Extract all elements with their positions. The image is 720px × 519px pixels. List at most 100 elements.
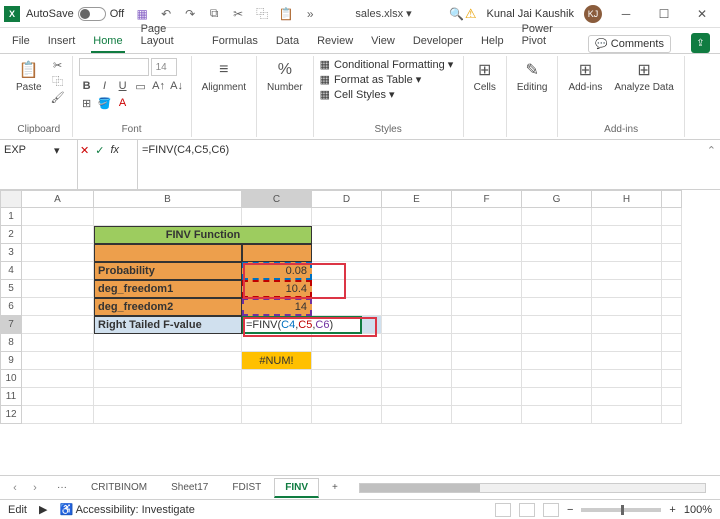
- autosave-toggle[interactable]: AutoSave Off: [26, 7, 124, 21]
- file-name[interactable]: sales.xlsx ▾: [318, 7, 449, 20]
- cell-g8[interactable]: [522, 334, 592, 352]
- cell-e9[interactable]: [382, 352, 452, 370]
- row-header-10[interactable]: 10: [0, 370, 22, 388]
- cell-d2[interactable]: [312, 226, 382, 244]
- cell-styles-button[interactable]: ▦ Cell Styles ▾: [320, 88, 454, 101]
- cells-button[interactable]: ⊞Cells: [470, 58, 500, 95]
- menu-home[interactable]: Home: [91, 31, 124, 53]
- name-box-input[interactable]: [4, 144, 54, 156]
- cell-d3[interactable]: [312, 244, 382, 262]
- cell-a5[interactable]: [22, 280, 94, 298]
- cell-d1[interactable]: [312, 208, 382, 226]
- format-painter-button[interactable]: 🖌: [50, 90, 66, 104]
- cell-i10[interactable]: [662, 370, 682, 388]
- col-header-h[interactable]: H: [592, 190, 662, 208]
- cell-a3[interactable]: [22, 244, 94, 262]
- toggle-icon[interactable]: [78, 7, 106, 21]
- row-header-1[interactable]: 1: [0, 208, 22, 226]
- row-header-7[interactable]: 7: [0, 316, 22, 334]
- cell-h4[interactable]: [592, 262, 662, 280]
- row-header-5[interactable]: 5: [0, 280, 22, 298]
- conditional-formatting-button[interactable]: ▦ Conditional Formatting ▾: [320, 58, 454, 71]
- cell-d7[interactable]: [362, 316, 382, 334]
- cell-i8[interactable]: [662, 334, 682, 352]
- menu-developer[interactable]: Developer: [411, 31, 465, 53]
- cell-i4[interactable]: [662, 262, 682, 280]
- cell-b3[interactable]: [94, 244, 242, 262]
- cell-c6[interactable]: 14: [242, 298, 312, 316]
- cell-b5[interactable]: deg_freedom1: [94, 280, 242, 298]
- cell-b12[interactable]: [94, 406, 242, 424]
- cell-f11[interactable]: [452, 388, 522, 406]
- cell-i11[interactable]: [662, 388, 682, 406]
- zoom-level[interactable]: 100%: [684, 504, 712, 516]
- border-button[interactable]: ▭: [133, 79, 149, 93]
- row-header-6[interactable]: 6: [0, 298, 22, 316]
- warning-icon[interactable]: ⚠: [465, 6, 477, 22]
- cell-d5[interactable]: [312, 280, 382, 298]
- cell-f5[interactable]: [452, 280, 522, 298]
- cell-c1[interactable]: [242, 208, 312, 226]
- cell-g6[interactable]: [522, 298, 592, 316]
- cell-h10[interactable]: [592, 370, 662, 388]
- cell-g3[interactable]: [522, 244, 592, 262]
- cell-a4[interactable]: [22, 262, 94, 280]
- cell-f3[interactable]: [452, 244, 522, 262]
- menu-insert[interactable]: Insert: [46, 31, 78, 53]
- cell-e12[interactable]: [382, 406, 452, 424]
- cell-c12[interactable]: [242, 406, 312, 424]
- cell-c8[interactable]: [242, 334, 312, 352]
- search-icon[interactable]: 🔍: [449, 6, 465, 22]
- view-page-layout-button[interactable]: [519, 503, 535, 517]
- cell-g7[interactable]: [522, 316, 592, 334]
- view-page-break-button[interactable]: [543, 503, 559, 517]
- cell-a11[interactable]: [22, 388, 94, 406]
- cell-g1[interactable]: [522, 208, 592, 226]
- menu-data[interactable]: Data: [274, 31, 301, 53]
- menu-power-pivot[interactable]: Power Pivot: [520, 19, 575, 53]
- cell-c7[interactable]: =FINV(C4,C5,C6): [242, 316, 362, 334]
- cell-i9[interactable]: [662, 352, 682, 370]
- more-icon[interactable]: »: [302, 6, 318, 22]
- tab-finv[interactable]: FINV: [274, 478, 319, 498]
- cell-g12[interactable]: [522, 406, 592, 424]
- fill-color-button[interactable]: 🪣: [97, 96, 113, 110]
- cell-e7[interactable]: [382, 316, 452, 334]
- cancel-formula-icon[interactable]: ✕: [80, 144, 89, 157]
- name-box[interactable]: ▾: [0, 140, 78, 189]
- comments-button[interactable]: 💬 Comments: [588, 35, 671, 53]
- cell-f4[interactable]: [452, 262, 522, 280]
- col-header-e[interactable]: E: [382, 190, 452, 208]
- row-header-3[interactable]: 3: [0, 244, 22, 262]
- cell-c5[interactable]: 10.4: [242, 280, 312, 298]
- font-name-box[interactable]: [79, 58, 149, 76]
- editing-button[interactable]: ✎Editing: [513, 58, 552, 95]
- menu-page-layout[interactable]: Page Layout: [139, 19, 196, 53]
- col-header-b[interactable]: B: [94, 190, 242, 208]
- addins-button[interactable]: ⊞Add-ins: [564, 58, 606, 95]
- font-size-box[interactable]: 14: [151, 58, 177, 76]
- fx-icon[interactable]: fx: [110, 144, 119, 156]
- tab-nav-prev[interactable]: ‹: [6, 482, 24, 494]
- cell-i7[interactable]: [662, 316, 682, 334]
- paste-button[interactable]: 📋Paste: [12, 58, 46, 95]
- copy-alt-icon[interactable]: ⧉: [206, 6, 222, 22]
- cell-h11[interactable]: [592, 388, 662, 406]
- cell-c10[interactable]: [242, 370, 312, 388]
- row-header-8[interactable]: 8: [0, 334, 22, 352]
- cell-f7[interactable]: [452, 316, 522, 334]
- cell-f6[interactable]: [452, 298, 522, 316]
- cell-b7[interactable]: Right Tailed F-value: [94, 316, 242, 334]
- cell-g9[interactable]: [522, 352, 592, 370]
- cell-d6[interactable]: [312, 298, 382, 316]
- copy-icon[interactable]: ⿻: [254, 6, 270, 22]
- cell-e2[interactable]: [382, 226, 452, 244]
- row-header-11[interactable]: 11: [0, 388, 22, 406]
- close-button[interactable]: ✕: [688, 0, 716, 28]
- cell-a9[interactable]: [22, 352, 94, 370]
- cell-c9[interactable]: #NUM!: [242, 352, 312, 370]
- cell-f10[interactable]: [452, 370, 522, 388]
- col-header-i[interactable]: [662, 190, 682, 208]
- share-button[interactable]: ⇪: [691, 33, 710, 53]
- menu-formulas[interactable]: Formulas: [210, 31, 260, 53]
